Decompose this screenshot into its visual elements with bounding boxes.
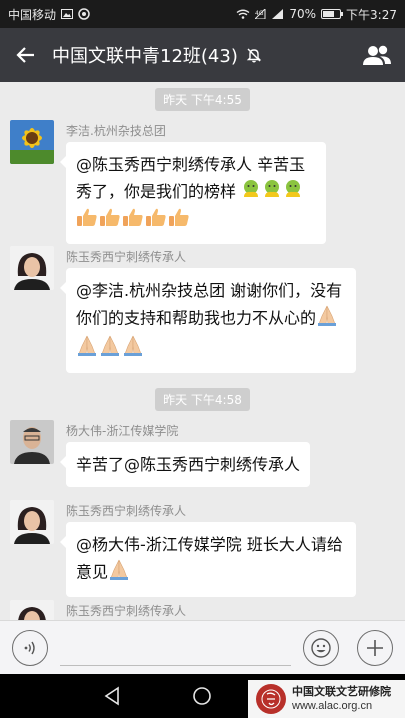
svg-text:4G: 4G	[255, 10, 264, 17]
thumbs-up-emoji	[99, 207, 121, 235]
sender-name: 李洁.杭州杂技总团	[66, 124, 166, 138]
pray-emoji	[108, 558, 130, 588]
voice-input-button[interactable]	[12, 629, 48, 666]
message-bubble[interactable]: @李洁.杭州杂技总团 谢谢你们，没有你们的支持和帮助我也力不从心的	[60, 268, 356, 373]
thumbs-up-emoji	[168, 207, 190, 235]
photo-notification-icon	[61, 9, 74, 19]
avatar-sunflower[interactable]	[10, 120, 54, 164]
pray-emoji	[99, 334, 121, 364]
avatar-woman-portrait[interactable]	[10, 500, 54, 544]
message-text: @李洁.杭州杂技总团 谢谢你们，没有你们的支持和帮助我也力不从心的	[76, 281, 343, 328]
bless-emoji	[262, 179, 282, 207]
battery-level	[323, 11, 335, 17]
message-text: 辛苦了@陈玉秀西宁刺绣传承人	[76, 455, 301, 474]
battery-percent: 70%	[289, 7, 317, 21]
group-members-icon	[363, 45, 391, 65]
avatar-woman-portrait[interactable]	[10, 246, 54, 290]
chat-notification-icon	[78, 8, 90, 20]
chat-title-area: 中国文联中青12班(43)	[52, 42, 349, 68]
academy-seal-logo	[256, 684, 286, 714]
chat-messages[interactable]: 昨天 下午4:55 李洁.杭州杂技总团 @陈玉秀西宁刺绣传承人 辛苦玉秀了，你是…	[0, 82, 405, 620]
mute-bell-icon	[246, 48, 262, 63]
time-separator-label: 昨天 下午4:58	[155, 388, 250, 411]
thumbs-up-emoji	[145, 207, 167, 235]
time-separator: 昨天 下午4:58	[0, 388, 405, 411]
bless-emoji	[283, 179, 303, 207]
carrier-label: 中国移动	[8, 7, 57, 22]
nav-home-button[interactable]	[188, 682, 216, 710]
thumbs-up-emoji	[76, 207, 98, 235]
pray-emoji	[316, 304, 338, 334]
battery-icon	[321, 9, 344, 19]
sender-name: 杨大伟-浙江传媒学院	[66, 424, 179, 438]
sender-name: 陈玉秀西宁刺绣传承人	[66, 250, 187, 264]
emoji-button[interactable]	[303, 629, 339, 666]
watermark-name: 中国文联文艺研修院	[292, 685, 391, 698]
wifi-icon	[236, 9, 250, 19]
message-bubble[interactable]: @陈玉秀西宁刺绣传承人 辛苦玉秀了，你是我们的榜样	[60, 142, 326, 244]
nav-back-button[interactable]	[98, 682, 126, 710]
group-members-button[interactable]	[349, 28, 405, 82]
avatar-man-portrait[interactable]	[10, 420, 54, 464]
back-arrow-icon	[16, 47, 34, 63]
triangle-back-icon	[104, 686, 119, 706]
watermark: 中国文联文艺研修院 www.alac.org.cn	[248, 680, 405, 718]
circle-home-icon	[193, 687, 211, 705]
sender-name: 陈玉秀西宁刺绣传承人	[66, 604, 187, 618]
time-separator-label: 昨天 下午4:55	[155, 88, 250, 111]
title-bar: 中国文联中青12班(43)	[0, 28, 405, 82]
message-bubble[interactable]: @杨大伟-浙江传媒学院 班长大人请给意见	[60, 522, 356, 597]
pray-emoji	[76, 334, 98, 364]
thumbs-up-emoji	[122, 207, 144, 235]
message-bubble[interactable]: 辛苦了@陈玉秀西宁刺绣传承人	[59, 442, 311, 487]
sender-name: 陈玉秀西宁刺绣传承人	[66, 504, 187, 518]
time-separator: 昨天 下午4:55	[0, 88, 405, 111]
clock: 下午3:27	[346, 7, 397, 22]
status-bar: 中国移动 4G 70% 下午3:27	[0, 0, 405, 28]
more-options-button[interactable]	[357, 629, 393, 666]
pray-emoji	[122, 334, 144, 364]
chat-title: 中国文联中青12班(43)	[52, 46, 238, 67]
input-bar	[0, 620, 405, 674]
plus-icon	[367, 639, 383, 656]
avatar-woman-portrait[interactable]	[10, 600, 54, 620]
back-button[interactable]	[0, 28, 52, 82]
signal-no-sim-icon: 4G	[255, 9, 266, 19]
signal-icon	[272, 9, 284, 19]
bless-emoji	[241, 179, 261, 207]
watermark-url: www.alac.org.cn	[292, 700, 373, 712]
smiley-icon	[311, 637, 331, 658]
voice-icon	[24, 641, 35, 654]
message-input[interactable]	[60, 629, 291, 666]
